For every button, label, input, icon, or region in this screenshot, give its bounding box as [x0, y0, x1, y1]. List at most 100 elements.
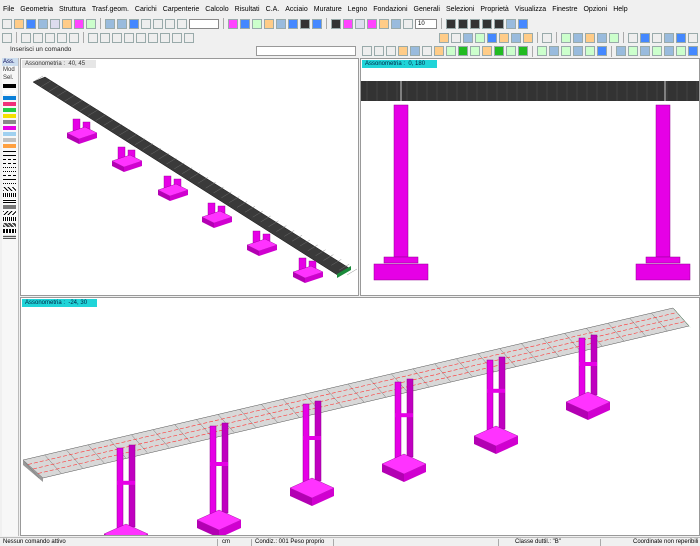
view-split-icon[interactable]: [518, 18, 528, 29]
menu-selezioni[interactable]: Selezioni: [443, 6, 477, 13]
line-tool-icon[interactable]: [165, 18, 175, 29]
select-all-icon[interactable]: [228, 18, 238, 29]
hatch-pattern-wide[interactable]: [3, 229, 16, 233]
undo-icon[interactable]: [105, 18, 115, 29]
render-mode-icon[interactable]: [561, 32, 571, 43]
menu-trasf-geom[interactable]: Trasf.geom.: [89, 6, 132, 13]
save-icon[interactable]: [26, 18, 36, 29]
text-icon[interactable]: [141, 18, 151, 29]
draw-line-icon[interactable]: [2, 32, 12, 43]
zoom-extents-icon[interactable]: [252, 18, 262, 29]
3d-grid-icon[interactable]: [549, 46, 559, 56]
new-file-icon[interactable]: [2, 18, 12, 29]
z-constraint-icon[interactable]: [184, 32, 194, 43]
zoom-window-icon[interactable]: [240, 18, 250, 29]
color-swatch-yellow[interactable]: [3, 114, 16, 118]
hatch-pattern-brick[interactable]: [3, 217, 16, 221]
3d-bracing-icon[interactable]: [573, 46, 583, 56]
3d-connect-icon[interactable]: [628, 46, 638, 56]
hatch-pattern-cross[interactable]: [3, 211, 16, 215]
foundation-icon[interactable]: [511, 32, 521, 43]
menu-proprieta[interactable]: Proprietà: [477, 6, 511, 13]
hidden-line-icon[interactable]: [585, 32, 595, 43]
menu-risultati[interactable]: Risultati: [232, 6, 263, 13]
view-bottom[interactable]: Assonometria : -24, 30: [20, 297, 700, 536]
view-top-icon[interactable]: [458, 18, 468, 29]
hatch-pattern-dense[interactable]: [3, 223, 16, 227]
slope-icon[interactable]: [57, 32, 67, 43]
hatch-pattern-horizontal[interactable]: [3, 199, 16, 203]
menu-finestre[interactable]: Finestre: [549, 6, 580, 13]
zoom-value-select[interactable]: 10: [415, 18, 437, 29]
z-axis-icon[interactable]: [45, 32, 55, 43]
line-style-fine-dot[interactable]: [3, 183, 16, 184]
wireframe-icon[interactable]: [573, 32, 583, 43]
zoom-in-icon[interactable]: [264, 18, 274, 29]
menu-opzioni[interactable]: Opzioni: [580, 6, 610, 13]
color-swatch-pink[interactable]: [3, 102, 16, 106]
color-swatch-blue[interactable]: [3, 96, 16, 100]
palette-tab-mod[interactable]: Mod: [2, 66, 18, 74]
3d-beam-icon[interactable]: [362, 46, 372, 56]
menu-file[interactable]: File: [0, 6, 17, 13]
refresh-icon[interactable]: [288, 18, 298, 29]
eraser-icon[interactable]: [542, 32, 552, 43]
constraint-icon[interactable]: [112, 32, 122, 43]
menu-calcolo[interactable]: Calcolo: [202, 6, 231, 13]
3d-extrude-icon[interactable]: [434, 46, 444, 56]
menu-generali[interactable]: Generali: [411, 6, 443, 13]
3d-link-icon[interactable]: [640, 46, 650, 56]
view-top-right[interactable]: Assonometria : 0, 180: [360, 58, 700, 296]
menu-carichi[interactable]: Carichi: [132, 6, 160, 13]
align-left-icon[interactable]: [628, 32, 638, 43]
menu-carpenterie[interactable]: Carpenterie: [160, 6, 203, 13]
y-constraint-icon[interactable]: [172, 32, 182, 43]
color-swatch-green[interactable]: [3, 108, 16, 112]
menu-struttura[interactable]: Struttura: [56, 6, 89, 13]
light-bulb-icon[interactable]: [439, 32, 449, 43]
menu-help[interactable]: Help: [610, 6, 630, 13]
line-style-long-dash[interactable]: [3, 175, 16, 176]
rotate-view-icon[interactable]: [129, 18, 139, 29]
fixed-support-icon[interactable]: [148, 32, 158, 43]
line-style-thin[interactable]: [3, 179, 16, 180]
line-style-dashed[interactable]: [3, 159, 16, 160]
line-style-dotted[interactable]: [3, 167, 16, 168]
solid-view-icon[interactable]: [331, 18, 341, 29]
menu-fondazioni[interactable]: Fondazioni: [370, 6, 410, 13]
menu-ca[interactable]: C.A.: [263, 6, 283, 13]
y-axis-icon[interactable]: [33, 32, 43, 43]
load-arrow-icon[interactable]: [367, 18, 377, 29]
color-swatch-magenta[interactable]: [3, 126, 16, 130]
explode-icon[interactable]: [688, 32, 698, 43]
3d-brace-icon[interactable]: [597, 46, 607, 56]
align-center-icon[interactable]: [640, 32, 650, 43]
3d-box-icon[interactable]: [518, 46, 528, 56]
3d-mirror-icon[interactable]: [422, 46, 432, 56]
menu-legno[interactable]: Legno: [345, 6, 370, 13]
3d-prism-icon[interactable]: [494, 46, 504, 56]
stairs-icon[interactable]: [499, 32, 509, 43]
axis-arrow-icon[interactable]: [355, 18, 365, 29]
3d-tie-icon[interactable]: [585, 46, 595, 56]
view-bottom-icon[interactable]: [494, 18, 504, 29]
3d-rotate-icon[interactable]: [410, 46, 420, 56]
dimension-icon[interactable]: [153, 18, 163, 29]
menu-acciaio[interactable]: Acciaio: [282, 6, 311, 13]
color-swatch-gray[interactable]: [3, 120, 16, 124]
slab-icon[interactable]: [475, 32, 485, 43]
view-side-icon[interactable]: [470, 18, 480, 29]
3d-column-icon[interactable]: [374, 46, 384, 56]
mesh-icon[interactable]: [343, 18, 353, 29]
view-back-icon[interactable]: [482, 18, 492, 29]
render-icon[interactable]: [300, 18, 310, 29]
menu-geometria[interactable]: Geometria: [17, 6, 56, 13]
print-icon[interactable]: [38, 18, 48, 29]
shell-icon[interactable]: [487, 32, 497, 43]
line-style-dotted-2[interactable]: [3, 171, 16, 172]
3d-solid-icon[interactable]: [446, 46, 456, 56]
align-right-icon[interactable]: [652, 32, 662, 43]
3d-move-icon[interactable]: [398, 46, 408, 56]
3d-copy-icon[interactable]: [386, 46, 396, 56]
hatch-pattern-solid[interactable]: [3, 205, 16, 209]
